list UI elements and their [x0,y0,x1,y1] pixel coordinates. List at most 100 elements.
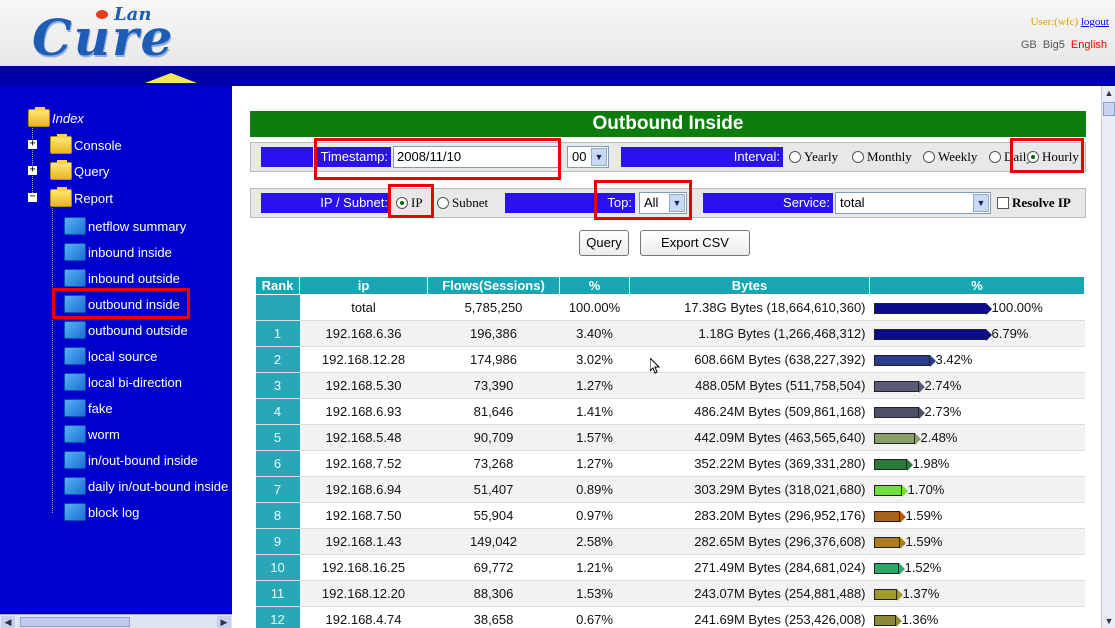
collapse-arrow-icon[interactable] [145,73,197,83]
scroll-thumb[interactable] [1103,102,1115,116]
share-bar [873,485,908,498]
bytes-cell: 271.49M Bytes (284,681,024) [629,554,870,581]
ip-cell: 192.168.16.25 [299,554,428,581]
scroll-left-icon[interactable]: ◀ [1,616,15,628]
table-body: total 5,785,250 100.00% 17.38G Bytes (18,66… [255,294,1085,628]
interval-weekly-radio[interactable]: Weekly [923,147,977,167]
sidebar-item-local-source[interactable]: local source [64,346,157,366]
sidebar-item-report[interactable]: Report [50,187,113,208]
sidebar-horizontal-scrollbar[interactable]: ◀ ▶ [0,614,232,628]
ip-cell: 192.168.6.93 [299,398,428,425]
share-bar [873,407,925,420]
sidebar-item-inbound-inside[interactable]: inbound inside [64,242,172,262]
radio-icon [789,151,801,163]
service-select[interactable]: total ▼ [835,192,991,214]
bytes-pct-cell: 1.98% [869,450,1085,477]
report-page-icon [64,347,86,365]
bytes-pct-cell: 100.00% [869,294,1085,321]
sidebar-item-label: inbound inside [88,244,172,260]
column-header-pct[interactable]: % [559,276,630,295]
report-page-icon [64,321,86,339]
column-header-flows[interactable]: Flows(Sessions) [427,276,560,295]
flows-cell: 196,386 [427,320,560,347]
hour-select[interactable]: 00 ▼ [567,146,609,168]
sidebar-item-label: block log [88,504,140,520]
sidebar-item-label: netflow summary [88,218,187,234]
lang-english[interactable]: English [1071,39,1107,51]
table-row: 3 192.168.5.30 73,390 1.27% 488.05M Bytes (5… [255,372,1085,399]
sidebar-item-query[interactable]: Query [50,160,110,181]
sidebar-item-inbound-outside[interactable]: inbound outside [64,268,180,288]
row-spacer [261,147,313,167]
rank-cell: 5 [255,424,300,451]
sidebar-item-label: outbound outside [88,322,188,338]
lang-gb[interactable]: GB [1021,39,1037,51]
sidebar-item-worm[interactable]: worm [64,424,120,444]
column-header-ip[interactable]: ip [299,276,428,295]
logout-link[interactable]: logout [1081,16,1109,28]
scroll-thumb[interactable] [20,617,130,627]
folder-icon [50,160,72,180]
expand-icon[interactable]: + [28,165,37,175]
sidebar-item-label: Query [74,163,110,179]
sidebar-item-local-bi-direction[interactable]: local bi-direction [64,372,182,392]
pct-cell: 100.00% [559,294,630,321]
share-label: 6.79% [991,326,1029,341]
share-label: 1.52% [904,560,942,575]
top-select[interactable]: All ▼ [639,192,687,214]
ip-cell: 192.168.5.30 [299,372,428,399]
share-label: 1.98% [912,456,950,471]
sidebar-item-netflow-summary[interactable]: netflow summary [64,216,186,236]
share-label: 2.48% [920,430,958,445]
scroll-right-icon[interactable]: ▶ [217,616,231,628]
flows-cell: 149,042 [427,528,560,555]
interval-yearly-radio[interactable]: Yearly [789,147,838,167]
pct-cell: 1.53% [559,580,630,607]
expand-icon[interactable]: + [28,139,37,149]
user-info: User:(wfc) logout [1030,16,1109,28]
lang-big5[interactable]: Big5 [1043,39,1065,51]
share-label: 1.37% [902,586,940,601]
ip-cell: 192.168.12.20 [299,580,428,607]
scroll-up-icon[interactable]: ▲ [1102,86,1115,100]
outbound-table: Rank ip Flows(Sessions) % Bytes % total 5… [255,276,1085,628]
column-header-bytes[interactable]: Bytes [629,276,870,295]
bytes-cell: 17.38G Bytes (18,664,610,360) [629,294,870,321]
sidebar-item-daily-in-out-bound-inside[interactable]: daily in/out-bound inside [64,476,232,496]
timestamp-input[interactable]: 2008/11/10 [393,146,561,168]
bytes-cell: 1.18G Bytes (1,266,468,312) [629,320,870,347]
bytes-pct-cell: 2.73% [869,398,1085,425]
export-csv-button[interactable]: Export CSV [640,230,750,256]
share-bar [873,459,913,472]
subnet-radio[interactable]: Subnet [437,193,488,213]
sidebar-item-in-out-bound-inside[interactable]: in/out-bound inside [64,450,198,470]
column-header-bytes-pct[interactable]: % [869,276,1085,295]
resolve-ip-checkbox[interactable]: Resolve IP [997,193,1071,213]
query-button[interactable]: Query [579,230,629,256]
sidebar-item-index[interactable]: Index [28,107,84,128]
flows-cell: 55,904 [427,502,560,529]
share-label: 3.42% [935,352,973,367]
user-label: User:(wfc) [1030,16,1079,28]
collapse-icon[interactable]: − [28,192,37,202]
sidebar-item-block-log[interactable]: block log [64,502,139,522]
sidebar-item-outbound-inside[interactable]: outbound inside [64,294,180,314]
ip-radio[interactable]: IP [396,193,423,213]
bytes-cell: 352.22M Bytes (369,331,280) [629,450,870,477]
sidebar-item-outbound-outside[interactable]: outbound outside [64,320,188,340]
interval-monthly-radio[interactable]: Monthly [852,147,912,167]
pct-cell: 1.27% [559,450,630,477]
scroll-down-icon[interactable]: ▼ [1102,614,1115,628]
column-header-rank[interactable]: Rank [255,276,300,295]
top-label: Top: [505,193,635,213]
report-page-icon [64,451,86,469]
sidebar-item-label: local source [88,348,158,364]
main-vertical-scrollbar[interactable]: ▲ ▼ [1101,86,1115,628]
service-label: Service: [703,193,833,213]
bytes-pct-cell: 3.42% [869,346,1085,373]
interval-hourly-radio[interactable]: Hourly [1027,147,1079,167]
sidebar-item-fake[interactable]: fake [64,398,113,418]
timestamp-label: Timestamp: [317,147,391,167]
sidebar-item-console[interactable]: Console [50,134,122,155]
share-label: 1.59% [905,508,943,523]
